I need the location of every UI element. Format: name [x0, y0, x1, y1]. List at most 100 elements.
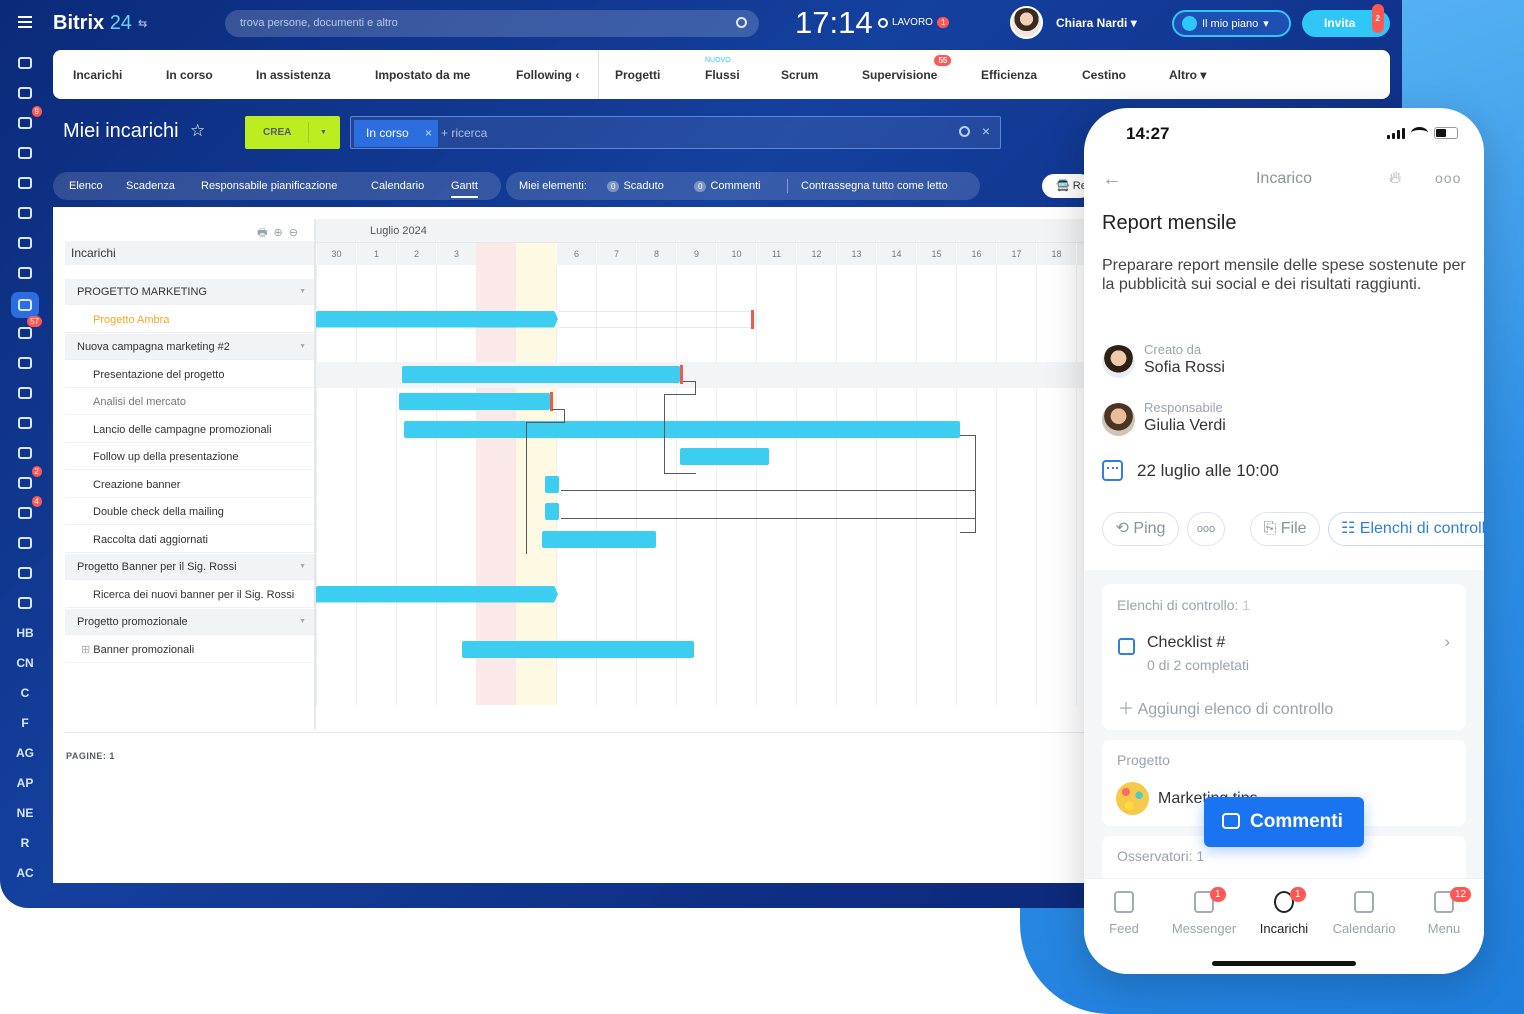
gantt-bar[interactable] [462, 640, 694, 658]
task-row[interactable]: Creazione banner [65, 472, 314, 498]
sidebar-calendar-icon[interactable] [12, 142, 38, 164]
tab-incarichi[interactable]: Incarichi 1 [1244, 887, 1324, 936]
tab-calendario[interactable]: Calendario [1324, 891, 1404, 936]
sidebar-item-ac[interactable]: AC [12, 862, 38, 884]
task-row[interactable]: Follow up della presentazione [65, 444, 314, 470]
expand-icon[interactable]: ⊞ [81, 644, 93, 656]
sidebar-crm-icon[interactable]: 57 [12, 316, 42, 344]
tab-cestino[interactable]: Cestino [1082, 68, 1126, 82]
invite-button[interactable]: Invita 2 [1302, 4, 1390, 37]
chevron-down-icon[interactable]: ▼ [320, 116, 327, 149]
star-icon[interactable]: ☆ [190, 121, 205, 141]
more-icon[interactable]: ooo [1435, 170, 1461, 186]
sidebar-box-icon[interactable] [12, 532, 38, 554]
task-row[interactable]: Analisi del mercato [65, 389, 314, 415]
mark-all-read-link[interactable]: Contrassegna tutto come letto [801, 180, 948, 192]
sidebar-sign-icon[interactable] [12, 442, 38, 464]
sidebar-cart-icon[interactable] [12, 412, 38, 434]
sidebar-drive-icon[interactable] [12, 202, 38, 224]
sidebar-item-c[interactable]: C [12, 682, 38, 704]
sidebar-mail-icon[interactable] [12, 232, 38, 254]
filter-search-input[interactable]: + ricerca [441, 126, 487, 140]
sidebar-robot-icon[interactable]: 4 [12, 496, 42, 524]
checklists-button[interactable]: ☷ Elenchi di controllo [1328, 512, 1484, 546]
sidebar-code-icon[interactable] [12, 592, 38, 614]
tab-scrum[interactable]: Scrum [781, 68, 818, 82]
project-row[interactable]: Progetto Banner per il Sig. Rossi ▼ [65, 554, 314, 580]
sidebar-market-icon[interactable] [12, 562, 38, 584]
gantt-bar[interactable] [399, 393, 550, 410]
add-checklist-button[interactable]: ＋ Aggiungi elenco di controllo [1118, 695, 1333, 719]
tab-flussi[interactable]: Flussi NUOVO [705, 57, 740, 82]
view-gantt[interactable]: Gantt [451, 180, 478, 198]
sidebar-group-icon[interactable] [12, 262, 38, 284]
view-scadenza[interactable]: Scadenza [126, 180, 175, 192]
checklist-title[interactable]: Checklist # [1147, 634, 1225, 652]
file-button[interactable]: ⎘ File [1250, 512, 1320, 546]
create-button[interactable]: CREA ▼ [245, 116, 340, 149]
sidebar-item-hb[interactable]: HB [12, 622, 38, 644]
task-row[interactable]: ⊞ Banner promozionali [65, 637, 314, 663]
collapse-icon[interactable]: ▼ [299, 334, 306, 360]
view-responsabile-pianificazione[interactable]: Responsabile pianificazione [201, 180, 337, 192]
work-status[interactable]: LAVORO 1 [878, 17, 950, 28]
comments-button[interactable]: Commenti [1204, 797, 1364, 847]
responsible-row[interactable]: Responsabile Giulia Verdi [1102, 400, 1462, 440]
tab-efficienza[interactable]: Efficienza [981, 68, 1037, 82]
task-row[interactable]: Raccolta dati aggiornati [65, 527, 314, 553]
view-elenco[interactable]: Elenco [69, 180, 103, 192]
sidebar-shop-icon[interactable] [12, 352, 38, 374]
chevron-right-icon[interactable]: › [1444, 632, 1450, 652]
filter-tag[interactable]: In corso × [354, 120, 438, 147]
sidebar-feed-icon[interactable] [12, 82, 38, 104]
sidebar-item-ag[interactable]: AG [12, 742, 38, 764]
tab-messenger[interactable]: Messenger 1 [1164, 887, 1244, 936]
close-icon[interactable]: × [425, 120, 432, 147]
sidebar-inbox-icon[interactable]: 2 [12, 466, 42, 494]
tab-in-corso[interactable]: In corso [166, 68, 213, 82]
menu-icon[interactable] [18, 16, 32, 28]
deadline-marker[interactable] [751, 309, 754, 329]
task-row[interactable]: Progetto Ambra [65, 307, 314, 333]
tab-progetti[interactable]: Progetti [615, 68, 660, 82]
flame-icon[interactable]: 🔥︎ [1389, 168, 1401, 188]
collapse-icon[interactable]: ▼ [299, 609, 306, 635]
clear-icon[interactable]: × [982, 123, 990, 139]
task-row[interactable]: Double check della mailing [65, 499, 314, 525]
overdue-filter[interactable]: 0 Scaduto [607, 180, 664, 192]
more-button[interactable]: ooo [1187, 512, 1225, 546]
collapse-icon[interactable]: ▼ [299, 554, 306, 580]
tab-menu[interactable]: Menu 12 [1404, 887, 1484, 936]
tab-supervisione[interactable]: Supervisione 55 [862, 55, 952, 82]
tab-feed[interactable]: Feed [1084, 891, 1164, 936]
search-icon[interactable] [959, 126, 970, 137]
tab-impostato-da-me[interactable]: Impostato da me [375, 68, 470, 82]
sidebar-item-f[interactable]: F [12, 712, 38, 734]
user-name[interactable]: Chiara Nardi ▾ [1056, 16, 1137, 30]
settings-sliders-icon[interactable]: ⇆ [138, 17, 147, 30]
collapse-icon[interactable]: ▼ [299, 279, 306, 305]
tab-incarichi[interactable]: Incarichi [73, 68, 122, 82]
gantt-bar[interactable] [316, 586, 558, 603]
tab-altro[interactable]: Altro ▾ [1169, 68, 1206, 82]
project-row[interactable]: Progetto promozionale ▼ [65, 609, 314, 635]
tab-following[interactable]: Following ‹ [516, 68, 579, 82]
user-avatar[interactable] [1010, 6, 1043, 39]
view-calendario[interactable]: Calendario [371, 180, 424, 192]
ping-button[interactable]: ⟲ Ping [1102, 512, 1179, 546]
filter-search-bar[interactable]: In corso × + ricerca × [350, 116, 1001, 149]
sidebar-item-cn[interactable]: CN [12, 652, 38, 674]
sidebar-item-ap[interactable]: AP [12, 772, 38, 794]
sidebar-document-icon[interactable] [12, 172, 38, 194]
sidebar-rocket-icon[interactable] [12, 52, 38, 74]
comments-filter[interactable]: 0 Commenti [694, 180, 761, 192]
task-row[interactable]: Presentazione del progetto [65, 362, 314, 388]
creator-row[interactable]: Creato da Sofia Rossi [1102, 342, 1462, 382]
my-plan-button[interactable]: Il mio piano ▾ [1172, 10, 1291, 37]
sidebar-tasks-icon[interactable] [11, 292, 39, 318]
sidebar-chat-icon[interactable]: 9 [12, 106, 42, 134]
task-row[interactable]: Lancio delle campagne promozionali [65, 417, 314, 443]
sidebar-item-r[interactable]: R [12, 832, 38, 854]
sidebar-item-ne[interactable]: NE [12, 802, 38, 824]
project-row[interactable]: Nuova campagna marketing #2 ▼ [65, 334, 314, 360]
